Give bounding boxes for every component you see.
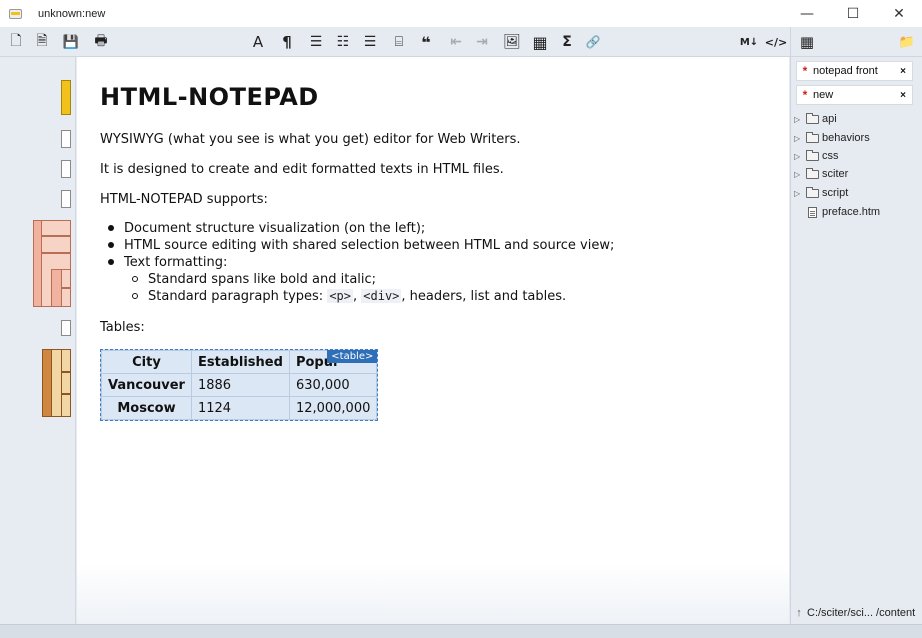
blockquote-icon[interactable]: ❝ [416,31,436,53]
list-item[interactable]: Document structure visualization (on the… [108,221,425,236]
close-window-button[interactable]: ✕ [876,0,922,27]
table-cell[interactable]: Vancouver [101,373,192,397]
gutter-block-paragraph[interactable] [61,160,71,178]
print-icon[interactable]: 🖶 [90,31,112,53]
window-controls: — ☐ ✕ [784,0,922,27]
paragraph[interactable]: Tables: [100,320,145,335]
folder-icon [806,131,819,143]
folder-item-api[interactable]: ▷ api [794,110,837,128]
definition-list-icon[interactable]: ☰ [360,31,380,53]
source-view-icon[interactable]: </> [765,31,787,53]
table-cell[interactable]: Moscow [101,396,192,420]
title-bar: unknown:new — ☐ ✕ [0,0,922,27]
link-icon[interactable]: 🔗 [583,31,603,53]
gutter-block-heading[interactable] [61,80,71,115]
structure-gutter [0,57,76,624]
close-tab-icon[interactable]: × [900,90,906,101]
markdown-icon[interactable]: M↓ [738,31,760,53]
table-cell[interactable]: 630,000 [288,373,378,397]
save-icon[interactable]: 💾 [60,31,82,53]
files-panel: * notepad front × * new × ▷ api ▷ behavior… [790,57,922,624]
code-p-tag: <p> [327,289,354,303]
open-file-tab[interactable]: * notepad front × [796,61,913,81]
folder-item-sciter[interactable]: ▷ sciter [794,165,848,183]
table-header-cell[interactable]: City [101,350,192,374]
toolbar: 🗋 🗎 💾 🖶 A ¶ ☰ ☷ ☰ ⌸ ❝ ⇤ ⇥ 🖼 ▦ Σ 🔗 M↓ </> [0,27,790,57]
expand-arrow-icon[interactable]: ▷ [794,115,806,124]
paragraph[interactable]: HTML-NOTEPAD supports: [100,192,268,207]
table-row: Vancouver 1886 630,000 [101,373,378,397]
close-tab-icon[interactable]: × [900,66,906,77]
tree-view-icon[interactable]: ▦ [797,31,817,53]
gutter-block-table-row[interactable] [61,349,71,372]
new-file-icon[interactable]: 🗋 [6,31,26,53]
folder-item-behaviors[interactable]: ▷ behaviors [794,129,870,147]
font-format-icon[interactable]: A [248,31,268,53]
unsaved-marker: * [802,64,808,78]
folder-icon [806,112,819,124]
formula-icon[interactable]: Σ [557,31,577,53]
document-editor[interactable]: HTML-NOTEPAD WYSIWYG (what you see is wh… [77,57,789,624]
table-cell[interactable]: 1124 [190,396,290,420]
paragraph-format-icon[interactable]: ¶ [277,31,297,53]
gutter-block-paragraph[interactable] [61,130,71,148]
document-heading[interactable]: HTML-NOTEPAD [100,83,319,111]
gutter-block-list-item[interactable] [61,269,71,288]
expand-arrow-icon[interactable]: ▷ [794,189,806,198]
document-table[interactable]: City Established Popul Vancouver 1886 63… [100,349,379,421]
indent-icon[interactable]: ⇥ [472,31,492,53]
file-item-preface[interactable]: preface.htm [806,203,880,221]
expand-arrow-icon[interactable]: ▷ [794,170,806,179]
minimize-button[interactable]: — [784,0,830,27]
folder-icon [806,167,819,179]
gutter-block-table-row[interactable] [61,394,71,417]
sub-list-item[interactable]: Standard spans like bold and italic; [132,272,376,287]
code-div-tag: <div> [361,289,402,303]
gutter-block-list-item[interactable] [41,220,71,236]
folder-icon [806,149,819,161]
insert-table-icon[interactable]: ▦ [530,31,550,53]
sub-list-item[interactable]: Standard paragraph types: <p>, <div>, he… [132,289,566,304]
open-file-name: notepad front [813,65,878,77]
gutter-block-list-item[interactable] [41,236,71,253]
table-cell[interactable]: 1886 [190,373,290,397]
list-item[interactable]: Text formatting: [108,255,227,270]
gutter-block-paragraph[interactable] [61,190,71,208]
side-toolbar: ▦ 📁 [790,27,922,57]
current-path: C:/sciter/sci... /content [807,607,916,619]
file-icon [808,206,817,218]
unsaved-marker: * [802,88,808,102]
gutter-block-list-item[interactable] [61,288,71,307]
folder-icon [806,186,819,198]
open-file-name: new [813,89,834,101]
open-file-icon[interactable]: 🗎 [32,31,52,53]
maximize-button[interactable]: ☐ [830,0,876,27]
table-row: Moscow 1124 12,000,000 [101,396,378,420]
table-cell[interactable]: 12,000,000 [288,396,378,420]
app-icon [8,7,24,21]
table-element-tag: <table> [327,350,378,363]
open-file-tab[interactable]: * new × [796,85,913,105]
folder-item-css[interactable]: ▷ css [794,147,839,165]
status-bar [0,624,922,638]
bullet-list-icon[interactable]: ☰ [306,31,326,53]
numbered-list-icon[interactable]: ☷ [333,31,353,53]
expand-arrow-icon[interactable]: ▷ [794,152,806,161]
current-path-bar[interactable]: ↑ C:/sciter/sci... /content [791,602,922,624]
paragraph[interactable]: WYSIWYG (what you see is what you get) e… [100,132,521,147]
gutter-block-table-row[interactable] [61,372,71,394]
outdent-icon[interactable]: ⇤ [446,31,466,53]
table-header-cell[interactable]: Established [190,350,290,374]
block-icon[interactable]: ⌸ [389,31,409,53]
paragraph[interactable]: It is designed to create and edit format… [100,162,504,177]
add-folder-icon[interactable]: 📁 [897,31,917,53]
window-title: unknown:new [38,7,106,20]
list-item[interactable]: HTML source editing with shared selectio… [108,238,614,253]
up-arrow-icon[interactable]: ↑ [791,607,807,619]
gutter-block-paragraph[interactable] [61,320,71,336]
folder-item-script[interactable]: ▷ script [794,184,848,202]
expand-arrow-icon[interactable]: ▷ [794,134,806,143]
insert-image-icon[interactable]: 🖼 [502,31,522,53]
